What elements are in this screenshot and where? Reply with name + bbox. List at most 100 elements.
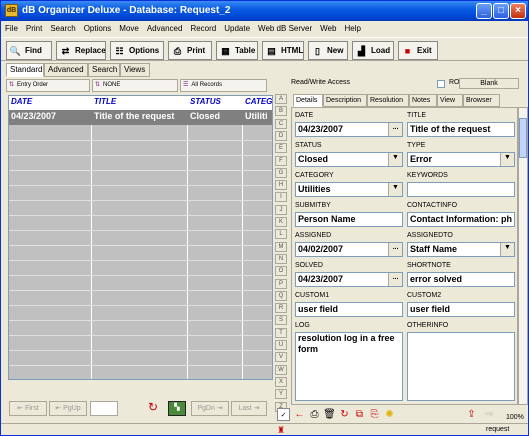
bulb-icon[interactable]: ✺	[383, 408, 396, 421]
alpha-index-h[interactable]: H	[275, 180, 287, 191]
date-field[interactable]: 04/23/2007...	[295, 122, 403, 137]
alpha-index-l[interactable]: L	[275, 229, 287, 240]
last-button[interactable]: Last ⇥	[231, 401, 267, 416]
title-field[interactable]: Title of the request	[407, 122, 515, 137]
category-select[interactable]: Utilities ▼	[295, 182, 403, 197]
goto-input[interactable]	[90, 401, 118, 416]
paste-record-icon[interactable]: ⎘	[368, 408, 381, 421]
assignedto-select[interactable]: Staff Name ▼	[407, 242, 515, 257]
arrow-left-icon[interactable]: ←	[293, 408, 306, 421]
table-row[interactable]: 04/23/2007 Title of the request Closed U…	[9, 110, 272, 125]
tab-advanced[interactable]: Advanced	[44, 63, 88, 77]
new-button[interactable]: ▯ New	[308, 41, 348, 60]
submitby-field[interactable]: Person Name	[295, 212, 403, 227]
records-grid[interactable]: DATE TITLE STATUS CATEG 04/23/2007 Title…	[8, 95, 273, 380]
alpha-index-d[interactable]: D	[275, 130, 287, 141]
date-picker-button[interactable]: ...	[388, 273, 402, 286]
tab-resolution[interactable]: Resolution	[367, 94, 409, 107]
alpha-index-f[interactable]: F	[275, 155, 287, 166]
options-button[interactable]: ☷ Options	[110, 41, 164, 60]
table-button[interactable]: ▦ Table	[216, 41, 258, 60]
chevron-down-icon[interactable]: ▼	[388, 183, 402, 196]
menu-search[interactable]: Search	[46, 21, 79, 36]
chevron-down-icon[interactable]: ▼	[500, 153, 514, 166]
alpha-index-j[interactable]: J	[275, 204, 287, 215]
alpha-index-c[interactable]: C	[275, 118, 287, 129]
pgdn-button[interactable]: PgDn ⇥	[191, 401, 229, 416]
find-button[interactable]: 🔍 Find	[6, 41, 52, 60]
menu-update[interactable]: Update	[220, 21, 254, 36]
readonly-checkbox[interactable]	[437, 80, 445, 88]
date-picker-button[interactable]: ...	[388, 123, 402, 136]
menu-web[interactable]: Web	[316, 21, 340, 36]
load-button[interactable]: ▟ Load	[352, 41, 394, 60]
alpha-index-m[interactable]: M	[275, 241, 287, 252]
alpha-index-i[interactable]: I	[275, 192, 287, 203]
tab-notes[interactable]: Notes	[409, 94, 437, 107]
all-records-button[interactable]: ☰ All Records	[180, 79, 267, 92]
alpha-index-u[interactable]: U	[275, 340, 287, 350]
tab-search[interactable]: Search	[88, 63, 120, 77]
alpha-index-a[interactable]: A	[275, 94, 287, 104]
pgup-button[interactable]: ⇤ PgUp	[49, 401, 87, 416]
menu-print[interactable]: Print	[22, 21, 46, 36]
alpha-index-k[interactable]: K	[275, 217, 287, 227]
log-textarea[interactable]: resolution log in a free form	[295, 332, 403, 401]
color-grid-icon[interactable]: ▚	[168, 401, 186, 416]
tab-view[interactable]: View	[437, 94, 463, 107]
maximize-button[interactable]: □	[493, 3, 509, 19]
custom1-field[interactable]: user field	[295, 302, 403, 317]
title-bar[interactable]: dB dB Organizer Deluxe - Database: Reque…	[1, 1, 528, 21]
chevron-down-icon[interactable]: ▼	[500, 243, 514, 256]
tab-standard[interactable]: Standard	[6, 63, 44, 77]
select-checkbox[interactable]: ✓	[277, 408, 290, 421]
tab-description[interactable]: Description	[323, 94, 367, 107]
contactinfo-field[interactable]: Contact Information: ph	[407, 212, 515, 227]
tab-details[interactable]: Details	[293, 94, 323, 107]
keywords-field[interactable]	[407, 182, 515, 197]
alpha-index-x[interactable]: X	[275, 376, 287, 387]
replace-button[interactable]: ⇄ Replace	[56, 41, 106, 60]
menu-web-db-server[interactable]: Web dB Server	[254, 21, 316, 36]
col-status[interactable]: STATUS	[190, 97, 221, 106]
menu-move[interactable]: Move	[115, 21, 143, 36]
alpha-index-g[interactable]: G	[275, 167, 287, 178]
copy-record-icon[interactable]: ⧉	[353, 408, 366, 421]
print-button[interactable]: ⎙ Print	[168, 41, 212, 60]
custom2-field[interactable]: user field	[407, 302, 515, 317]
entry-order-button[interactable]: ⇅ Entry Order	[6, 79, 90, 92]
tab-views[interactable]: Views	[120, 63, 150, 77]
first-button[interactable]: ⇤ First	[9, 401, 47, 416]
form-scrollbar[interactable]	[518, 107, 528, 405]
alpha-index-s[interactable]: S	[275, 315, 287, 326]
chevron-down-icon[interactable]: ▼	[388, 153, 402, 166]
alpha-index-t[interactable]: T	[275, 327, 287, 338]
date-picker-button[interactable]: ...	[388, 243, 402, 256]
menu-help[interactable]: Help	[340, 21, 364, 36]
alpha-index-y[interactable]: Y	[275, 389, 287, 400]
assigned-field[interactable]: 04/02/2007...	[295, 242, 403, 257]
refresh-icon[interactable]: ↻	[338, 408, 351, 421]
exit-button[interactable]: ■ Exit	[398, 41, 438, 60]
none-button[interactable]: ⇅ NONE	[92, 79, 178, 92]
menu-record[interactable]: Record	[186, 21, 220, 36]
export-icon[interactable]: ⇪	[465, 408, 478, 421]
status-select[interactable]: Closed ▼	[295, 152, 403, 167]
refresh-icon[interactable]: ↻	[144, 401, 162, 416]
otherinfo-textarea[interactable]	[407, 332, 515, 401]
printer-icon[interactable]: ⎙	[308, 408, 321, 421]
alpha-index-r[interactable]: R	[275, 303, 287, 314]
blank-button[interactable]: Blank	[459, 78, 519, 89]
alpha-index-e[interactable]: E	[275, 143, 287, 154]
close-button[interactable]: ×	[510, 3, 526, 19]
forward-icon[interactable]: ⇨	[483, 408, 496, 421]
solved-field[interactable]: 04/23/2007...	[295, 272, 403, 287]
menu-file[interactable]: File	[1, 21, 22, 36]
menu-advanced[interactable]: Advanced	[143, 21, 187, 36]
col-category[interactable]: CATEG	[245, 97, 272, 106]
type-select[interactable]: Error ▼	[407, 152, 515, 167]
alpha-index-n[interactable]: N	[275, 253, 287, 264]
alpha-index-b[interactable]: B	[275, 106, 287, 117]
alpha-index-w[interactable]: W	[275, 364, 287, 375]
alpha-index-o[interactable]: O	[275, 266, 287, 277]
